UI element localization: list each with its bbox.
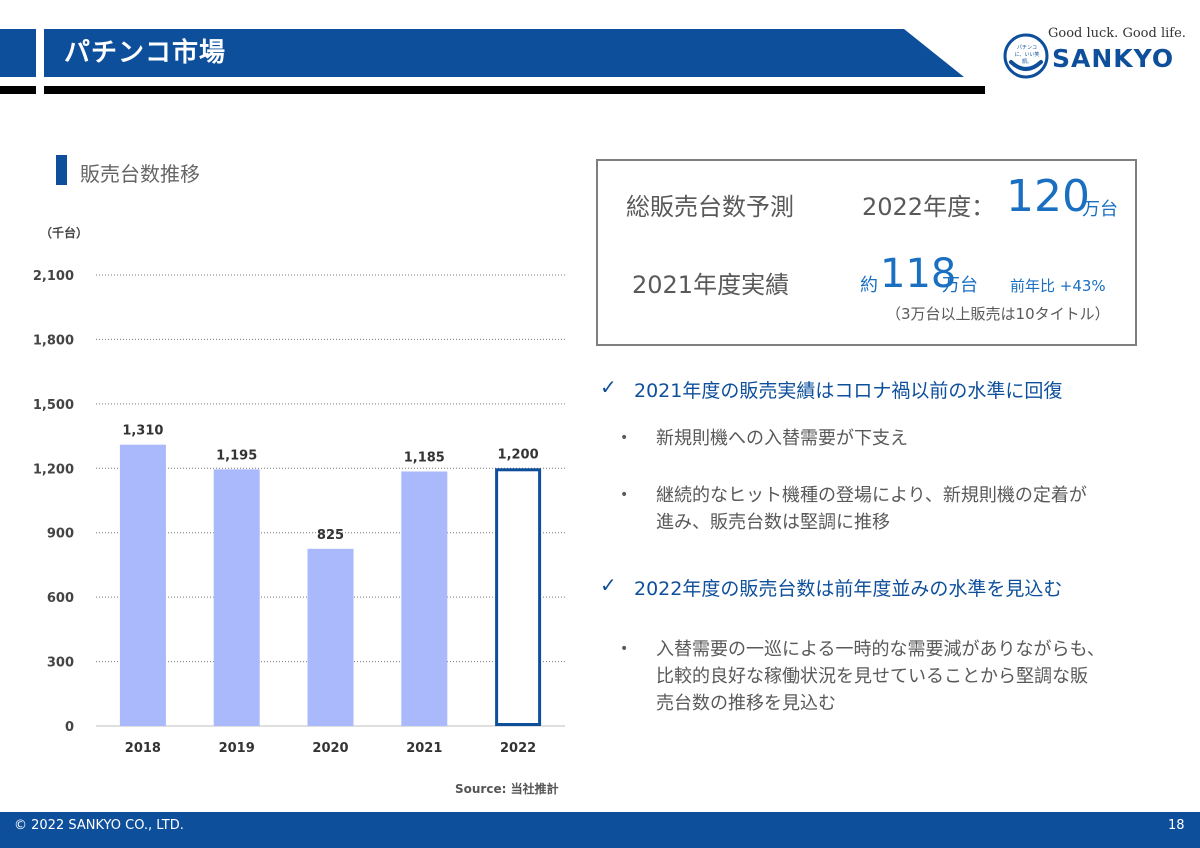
header-underline-gap (36, 86, 44, 94)
bar (213, 469, 260, 726)
forecast-box: 総販売台数予測 2022年度： 120 万台 2021年度実績 約 118 万台… (596, 159, 1137, 346)
page-title: パチンコ市場 (64, 38, 227, 68)
check-icon: ✓ (600, 375, 617, 399)
y-tick-label: 900 (47, 527, 74, 542)
y-tick-label: 0 (65, 720, 74, 735)
chart-source: Source: 当社推計 (455, 782, 559, 796)
bullet-icon: • (620, 430, 629, 446)
x-tick-label: 2018 (125, 741, 161, 756)
y-unit-label: （千台） (40, 225, 88, 240)
x-tick-label: 2019 (219, 741, 255, 756)
data-label: 825 (317, 528, 344, 543)
yoy-change: 前年比 +43% (1010, 277, 1106, 295)
y-tick-label: 2,100 (33, 269, 74, 284)
bullet-line: 進み、販売台数は堅調に推移 (656, 512, 890, 533)
sankyo-logo: パチンコに、いい笑顔。 Good luck. Good life. SANKYO (1000, 26, 1186, 82)
bullet-line: 入替需要の一巡による一時的な需要減がありながらも、 (656, 639, 1105, 660)
bar (119, 444, 166, 726)
point-heading: 2021年度の販売実績はコロナ禍以前の水準に回復 (634, 380, 1063, 402)
bar (401, 471, 448, 726)
y-tick-label: 600 (47, 591, 74, 606)
emblem-text: パチンコに、いい笑顔。 (1014, 45, 1040, 65)
point-heading: 2022年度の販売台数は前年度並みの水準を見込む (634, 578, 1063, 600)
check-icon: ✓ (600, 573, 617, 597)
forecast-year: 2022年度： (862, 193, 996, 221)
header-underline (0, 86, 985, 94)
data-label: 1,195 (216, 448, 257, 463)
bullet-line: 比較的良好な稼働状況を見せていることから堅調な販 (656, 666, 1088, 687)
actual-unit: 万台 (942, 275, 978, 296)
bar-forecast (495, 468, 542, 726)
bullet-line: 継続的なヒット機種の登場により、新規則機の定着が (656, 485, 1087, 506)
x-tick-label: 2020 (312, 741, 348, 756)
y-tick-label: 300 (47, 656, 74, 671)
bullet-line: 新規則機への入替需要が下支え (656, 428, 908, 449)
data-label: 1,310 (122, 424, 163, 439)
actual-approx: 約 (860, 275, 878, 296)
bullet-text: 新規則機への入替需要が下支え (656, 425, 908, 452)
y-tick-label: 1,200 (33, 462, 74, 477)
x-tick-label: 2021 (406, 741, 442, 756)
y-tick-label: 1,500 (33, 398, 74, 413)
section-marker (56, 155, 67, 185)
bullet-icon: • (620, 487, 629, 503)
header-accent-block (0, 29, 36, 77)
bullet-icon: • (620, 641, 629, 657)
x-tick-label: 2022 (500, 741, 536, 756)
logo-wordmark: SANKYO (1052, 44, 1175, 73)
logo-tagline: Good luck. Good life. (1048, 26, 1186, 41)
actual-note: （3万台以上販売は10タイトル） (886, 305, 1110, 323)
forecast-label: 総販売台数予測 (626, 193, 794, 221)
forecast-unit: 万台 (1082, 199, 1118, 220)
data-label: 1,200 (498, 447, 539, 462)
footer-copyright: © 2022 SANKYO CO., LTD. (14, 818, 184, 833)
bullet-text: 継続的なヒット機種の登場により、新規則機の定着が 進み、販売台数は堅調に推移 (656, 482, 1087, 536)
section-title: 販売台数推移 (80, 162, 200, 186)
bar (307, 548, 354, 726)
data-label: 1,185 (404, 451, 445, 466)
page-number: 18 (1168, 818, 1185, 833)
bullet-text: 入替需要の一巡による一時的な需要減がありながらも、 比較的良好な稼働状況を見せて… (656, 636, 1105, 717)
y-tick-label: 1,800 (33, 333, 74, 348)
sales-units-bar-chart: （千台） 0 300 600 900 1,200 1,500 1,800 2,100 1,310 2… (33, 225, 565, 756)
bullet-line: 売台数の推移を見込む (656, 693, 836, 714)
forecast-value: 120 (1006, 171, 1090, 222)
actual-label: 2021年度実績 (632, 271, 790, 299)
